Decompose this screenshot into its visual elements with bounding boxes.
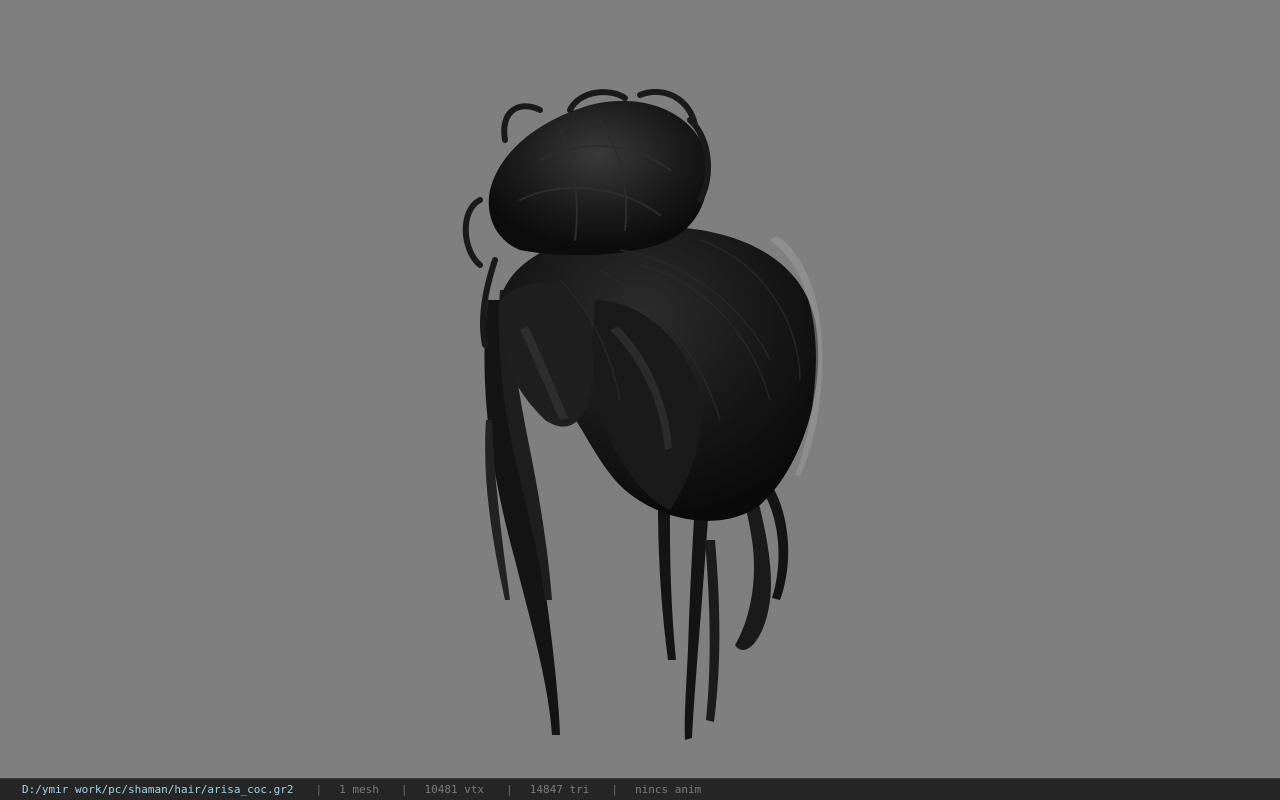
status-triangle-count: 14847 tri	[529, 783, 590, 796]
status-separator: |	[506, 783, 513, 796]
3d-viewport[interactable]	[0, 0, 1280, 778]
status-separator: |	[611, 783, 618, 796]
hair-model	[462, 88, 823, 740]
status-separator: |	[315, 783, 323, 796]
status-file-path: D:/ymir work/pc/shaman/hair/arisa_coc.gr…	[22, 783, 294, 796]
status-mesh-count: 1 mesh	[339, 783, 379, 796]
status-bar: D:/ymir work/pc/shaman/hair/arisa_coc.gr…	[0, 778, 1280, 800]
status-separator: |	[400, 783, 408, 796]
status-animation: nincs anim	[635, 783, 702, 796]
status-vertex-count: 10481 vtx	[424, 783, 485, 796]
